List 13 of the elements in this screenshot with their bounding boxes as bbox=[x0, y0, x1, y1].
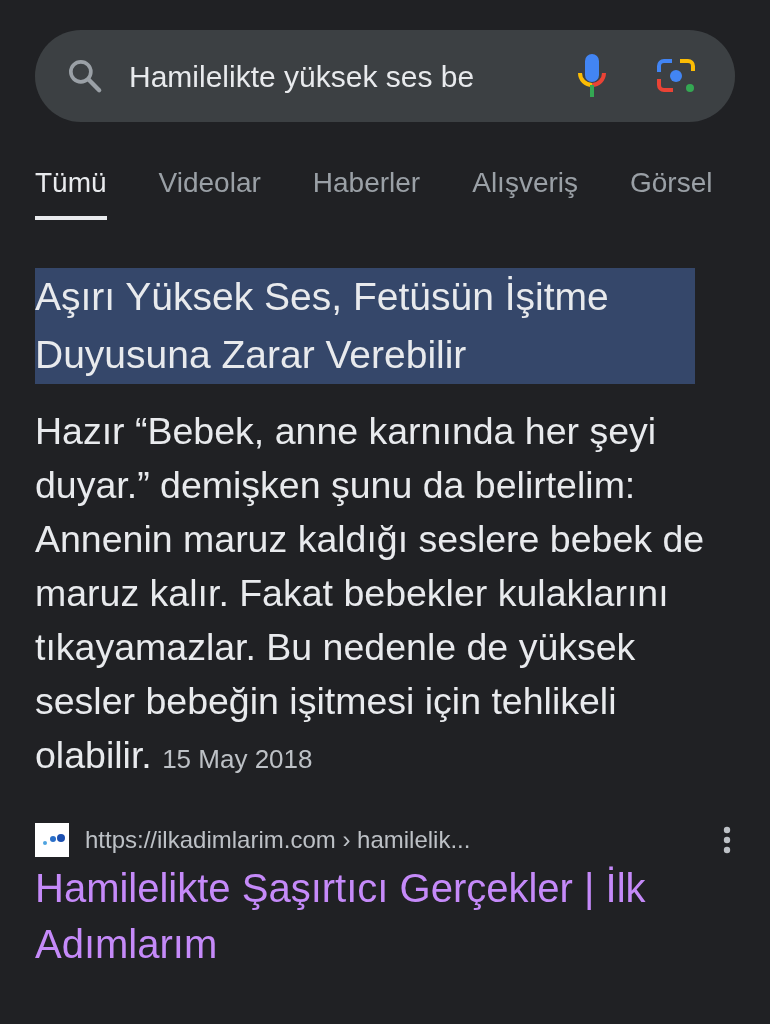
tab[interactable]: Haberler bbox=[312, 162, 421, 220]
microphone-icon[interactable] bbox=[577, 53, 607, 99]
tab[interactable]: Tümü bbox=[35, 162, 107, 220]
tab[interactable]: Görsel bbox=[630, 162, 713, 220]
result-url[interactable]: https://ilkadimlarim.com › hamilelik... bbox=[85, 822, 471, 858]
search-query: Hamilelikte yüksek ses be bbox=[129, 58, 476, 95]
snippet-heading: Aşırı Yüksek Ses, Fetüsün İşitme Duyusuna Zarar Verebilir bbox=[35, 268, 695, 384]
search-bar[interactable]: Hamilelikte yüksek ses be bbox=[35, 30, 735, 122]
result-title-link[interactable]: Hamilelikte Şaşırtıcı Gerçekler | İlk Adımlarım bbox=[35, 860, 715, 972]
more-options-icon[interactable] bbox=[723, 826, 731, 854]
tab[interactable]: Alışveriş bbox=[472, 162, 578, 220]
tab[interactable]: Videolar bbox=[158, 162, 261, 220]
snippet-text: Hazır “Bebek, anne karnında her şeyi duyar.” demişken şunu da belirtelim: Annenin maruz kaldığı seslere bebek de maruz kalır. Fakat bebekler kulaklarını tıkayamazlar. Bu nedenle de yüksek sesler bebeğin işitmesi için tehlikeli olabilir. 15 May 2018 bbox=[35, 409, 706, 778]
